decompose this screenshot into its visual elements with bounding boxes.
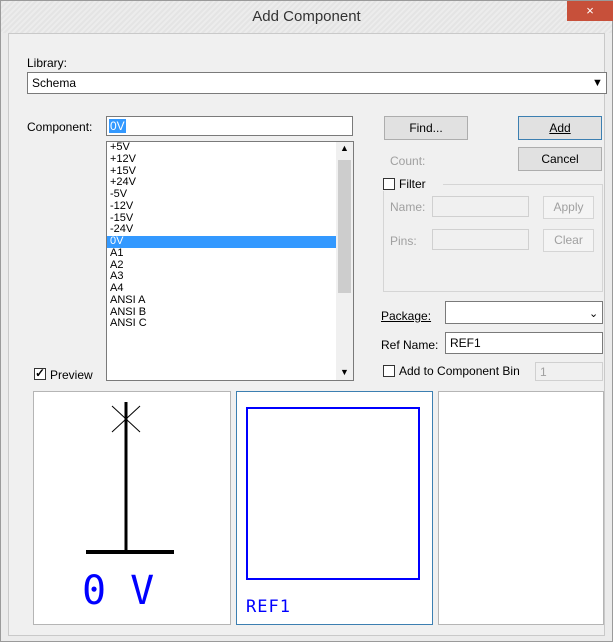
list-item[interactable]: -12V [107, 200, 353, 213]
list-item[interactable]: +5V [107, 142, 353, 154]
library-select[interactable]: Schema ▼ [27, 72, 607, 94]
package-select[interactable]: ⌄ [445, 301, 603, 324]
close-icon: × [586, 3, 594, 18]
apply-button-label: Apply [553, 200, 584, 214]
package-label: Package: [381, 309, 431, 323]
component-bin-checkbox[interactable] [383, 365, 395, 377]
library-select-value: Schema [32, 76, 77, 90]
list-item[interactable]: +12V [107, 153, 353, 166]
list-item[interactable]: -5V [107, 188, 353, 201]
preview-label: Preview [50, 368, 93, 382]
component-input[interactable]: 0V [106, 116, 353, 136]
preview-checkbox[interactable] [34, 366, 46, 380]
symbol-value-text: 0 V [82, 568, 155, 614]
add-component-dialog: Add Component × Library: Schema ▼ Compon… [0, 0, 613, 642]
scroll-down-icon[interactable]: ▼ [340, 367, 349, 377]
chevron-down-icon: ⌄ [589, 308, 599, 320]
dialog-body: Library: Schema ▼ Component: 0V +5V +12V +… [8, 33, 607, 636]
title-bar: Add Component × [1, 1, 613, 33]
list-item[interactable]: A3 [107, 270, 353, 283]
package-label-text: Package: [381, 309, 432, 323]
library-label: Library: [27, 56, 68, 70]
filter-label: Filter [399, 177, 426, 191]
list-item[interactable]: -15V [107, 212, 353, 225]
footprint-ref-text: REF1 [246, 597, 291, 617]
dialog-title: Add Component [252, 8, 361, 25]
close-button[interactable]: × [567, 1, 613, 21]
third-preview [438, 391, 604, 625]
footprint-outline [246, 407, 420, 580]
find-button[interactable]: Find... [384, 116, 468, 140]
component-bin-label: Add to Component Bin [399, 364, 520, 378]
list-item[interactable]: 0V [107, 235, 353, 248]
component-bin-count[interactable]: 1 [535, 362, 603, 381]
find-button-label: Find... [409, 121, 443, 135]
list-item[interactable]: +15V [107, 165, 353, 178]
chevron-down-icon: ▼ [592, 77, 603, 89]
component-list[interactable]: +5V +12V +15V +24V -5V -12V -15V -24V 0V A1 A2 A3 A4… [106, 141, 354, 381]
component-list-items: +5V +12V +15V +24V -5V -12V -15V -24V 0V A1 A2 A3 A4… [107, 142, 353, 330]
add-button[interactable]: Add [518, 116, 602, 140]
scroll-thumb[interactable] [338, 160, 351, 293]
component-input-value: 0V [109, 119, 126, 133]
list-item[interactable]: ANSI C [107, 317, 353, 330]
list-item[interactable]: +24V [107, 176, 353, 189]
scroll-up-icon[interactable]: ▲ [340, 143, 349, 153]
list-scrollbar[interactable]: ▲ ▼ [336, 142, 353, 380]
component-bin-count-value: 1 [540, 365, 547, 379]
clear-button[interactable]: Clear [543, 229, 594, 252]
component-label: Component: [27, 120, 93, 134]
list-item[interactable]: A4 [107, 282, 353, 295]
apply-button[interactable]: Apply [543, 196, 594, 219]
symbol-preview: 0 V [33, 391, 231, 625]
count-label: Count: [390, 154, 426, 168]
list-item[interactable]: -24V [107, 223, 353, 236]
cancel-button[interactable]: Cancel [518, 147, 602, 171]
list-item[interactable]: A1 [107, 247, 353, 260]
list-item[interactable]: A2 [107, 259, 353, 272]
name-label: Name: [390, 200, 426, 214]
ref-name-value: REF1 [450, 336, 481, 350]
pins-label: Pins: [390, 234, 417, 248]
filter-checkbox[interactable] [383, 178, 395, 190]
list-item[interactable]: ANSI A [107, 294, 353, 307]
footprint-preview: REF1 [236, 391, 433, 625]
add-button-label: Add [549, 121, 571, 135]
pins-field[interactable] [432, 229, 529, 250]
cancel-button-label: Cancel [541, 152, 579, 166]
name-field[interactable] [432, 196, 529, 217]
ref-name-input[interactable]: REF1 [445, 332, 603, 354]
ref-name-label: Ref Name: [381, 338, 439, 352]
clear-button-label: Clear [554, 233, 583, 247]
